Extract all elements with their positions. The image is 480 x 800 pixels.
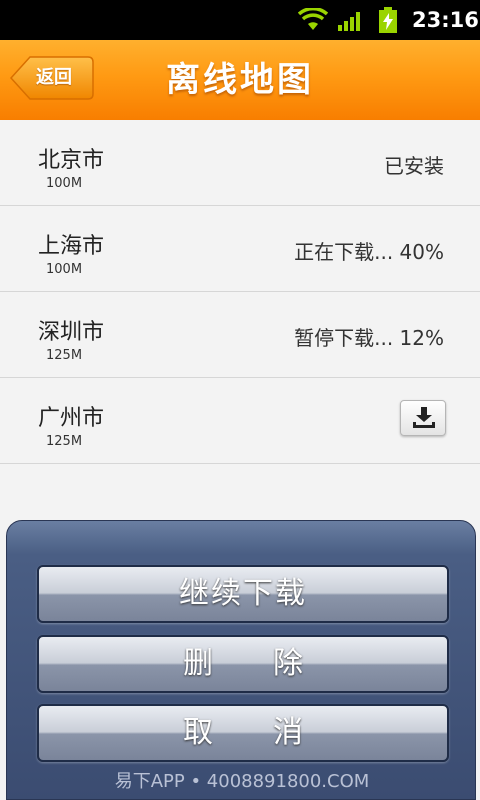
signal-icon	[337, 8, 365, 32]
map-size: 125M	[46, 434, 83, 449]
city-name: 广州市	[38, 406, 105, 431]
title-bar: 离线地图 返回	[0, 40, 480, 120]
list-item[interactable]: 北京市 100M 已安装	[0, 120, 480, 206]
battery-charging-icon	[378, 6, 398, 34]
download-status: 暂停下载... 12%	[294, 326, 444, 350]
action-sheet: 继续下载 删 除 取 消 易下APP • 4008891800.COM	[6, 520, 476, 800]
wifi-icon	[297, 6, 329, 32]
city-name: 深圳市	[38, 320, 105, 345]
back-button-label: 返回	[36, 67, 72, 88]
list-item[interactable]: 上海市 100M 正在下载... 40%	[0, 206, 480, 292]
map-size: 100M	[46, 176, 83, 191]
watermark: 易下APP • 4008891800.COM	[114, 771, 370, 792]
city-name: 上海市	[38, 234, 105, 259]
download-button[interactable]	[400, 400, 446, 436]
list-item[interactable]: 广州市 125M	[0, 378, 480, 464]
city-name: 北京市	[38, 148, 105, 173]
download-icon	[413, 407, 435, 428]
map-size: 100M	[46, 262, 83, 277]
status-bar: 23:16	[0, 0, 480, 40]
download-status: 正在下载... 40%	[294, 240, 444, 264]
download-status: 已安装	[384, 154, 444, 178]
cancel-button[interactable]: 取 消	[37, 704, 449, 762]
list-item[interactable]: 深圳市 125M 暂停下载... 12%	[0, 292, 480, 378]
continue-download-button[interactable]: 继续下载	[37, 565, 449, 623]
map-size: 125M	[46, 348, 83, 363]
back-button[interactable]: 返回	[10, 56, 94, 100]
delete-button[interactable]: 删 除	[37, 635, 449, 693]
status-clock: 23:16	[412, 8, 479, 32]
